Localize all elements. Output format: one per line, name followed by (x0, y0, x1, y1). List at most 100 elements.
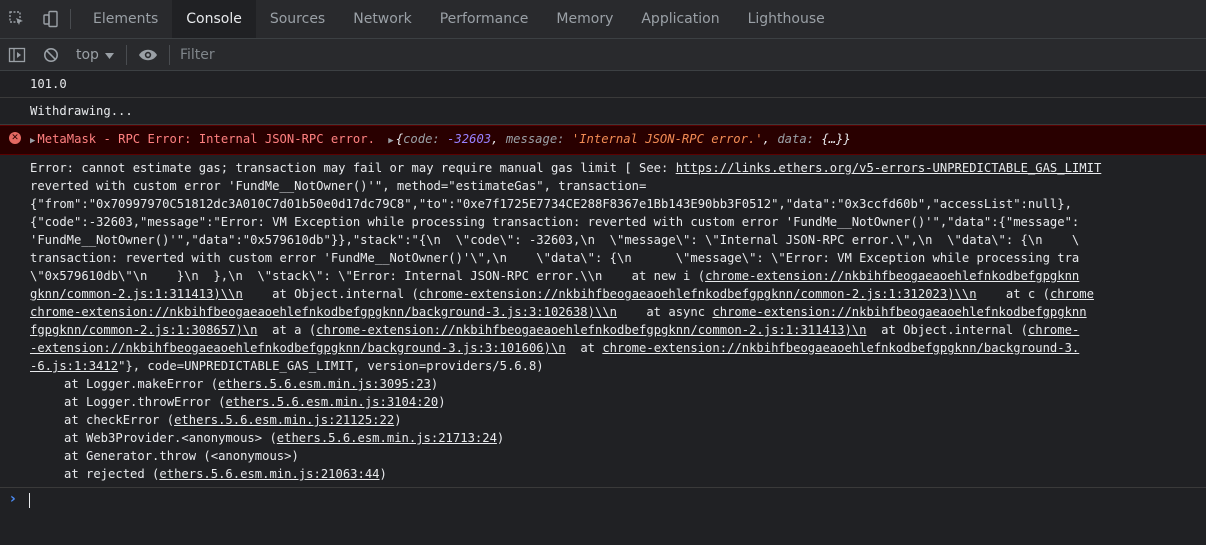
error-text: at async (617, 305, 713, 319)
source-link[interactable]: -extension://nkbihfbeogaeaoehlefnkodbefg… (30, 341, 566, 355)
expand-object-triangle-icon[interactable]: ▶ (388, 136, 393, 146)
error-text: at c ( (976, 287, 1050, 301)
stack-source-link[interactable]: ethers.5.6.esm.min.js:3104:20 (225, 395, 438, 409)
error-line-8: gknn/common-2.js:1:311413)\\n at Object.… (30, 285, 1206, 303)
error-line-11: -extension://nkbihfbeogaeaoehlefnkodbefg… (30, 339, 1206, 357)
error-line-9: chrome-extension://nkbihfbeogaeaoehlefnk… (30, 303, 1206, 321)
obj-comma: , (762, 132, 778, 146)
tab-memory[interactable]: Memory (542, 0, 627, 38)
source-link[interactable]: chrome-extension://nkbihfbeogaeaoehlefnk… (30, 305, 617, 319)
error-text: at (565, 341, 603, 355)
obj-key-code: code: (403, 132, 448, 146)
stack-frame: at Generator.throw (<anonymous>) (30, 447, 1206, 465)
tab-application[interactable]: Application (627, 0, 733, 38)
stack-text: ) (438, 395, 446, 409)
error-line-2: reverted with custom error 'FundMe__NotO… (30, 179, 647, 193)
source-link[interactable]: chrome (1050, 287, 1094, 301)
stack-text: at Logger.throwError ( (64, 395, 226, 409)
docs-link[interactable]: https://links.ethers.org/v5-errors-UNPRE… (676, 161, 1102, 175)
stack-frame: at Web3Provider.<anonymous> (ethers.5.6.… (30, 429, 1206, 447)
error-text: Error: cannot estimate gas; transaction … (30, 161, 676, 175)
tab-network[interactable]: Network (339, 0, 425, 38)
error-details: Error: cannot estimate gas; transaction … (0, 155, 1206, 488)
tabbar-divider (70, 9, 71, 29)
obj-key-message: message: (505, 132, 572, 146)
error-text: at Object.internal ( (242, 287, 419, 301)
obj-key-data: data: (777, 132, 822, 146)
tab-sources[interactable]: Sources (256, 0, 339, 38)
obj-value-code: -32603 (447, 132, 492, 146)
filter-input[interactable]: Filter (180, 47, 215, 63)
stack-frame: at Logger.throwError (ethers.5.6.esm.min… (30, 393, 1206, 411)
tab-elements[interactable]: Elements (79, 0, 172, 38)
source-link[interactable]: chrome-extension://nkbihfbeogaeaoehlefnk… (602, 341, 1079, 355)
stack-text: ) (394, 413, 402, 427)
stack-text: at Generator.throw (<anonymous>) (64, 449, 299, 463)
error-text: at Object.internal ( (866, 323, 1028, 337)
stack-text: ) (496, 431, 505, 445)
error-summary: MetaMask - RPC Error: Internal JSON-RPC … (37, 132, 375, 146)
stack-frame: at checkError (ethers.5.6.esm.min.js:211… (30, 411, 1206, 429)
context-selector[interactable]: top (68, 47, 122, 63)
inspect-element-icon[interactable] (0, 0, 34, 38)
error-text: \"0x579610db\"\n }\n },\n \"stack\": \"E… (30, 269, 706, 283)
prompt-chevron-icon: › (10, 491, 16, 507)
sidebar-toggle-icon[interactable] (0, 39, 34, 70)
source-link[interactable]: chrome-extension://nkbihfbeogaeaoehlefnk… (419, 287, 977, 301)
error-x-icon: ✕ (9, 132, 21, 144)
context-label: top (76, 46, 99, 63)
toolbar-divider (125, 44, 127, 65)
stack-source-link[interactable]: ethers.5.6.esm.min.js:3095:23 (218, 377, 431, 391)
stack-text: at checkError ( (64, 413, 175, 427)
stack-text: ) (430, 377, 439, 391)
tab-console[interactable]: Console (172, 0, 256, 38)
text-caret (29, 493, 30, 508)
obj-comma: , (491, 132, 506, 146)
obj-value-message: 'Internal JSON-RPC error.' (571, 132, 763, 146)
obj-value-data: {…} (821, 132, 844, 146)
source-link[interactable]: -6.js:1:3412 (30, 359, 118, 373)
error-line-4: {"code":-32603,"message":"Error: VM Exce… (30, 215, 1080, 229)
source-link[interactable]: gknn/common-2.js:1:311413)\\n (30, 287, 243, 301)
chevron-down-icon (104, 47, 114, 63)
error-line-7: \"0x579610db\"\n }\n },\n \"stack\": \"E… (30, 267, 1206, 285)
source-link[interactable]: chrome-extension://nkbihfbeogaeaoehlefnk… (705, 269, 1079, 283)
stack-frame: at Logger.makeError (ethers.5.6.esm.min.… (30, 375, 1206, 393)
error-line-12: -6.js:1:3412"}, code=UNPREDICTABLE_GAS_L… (30, 357, 1206, 375)
tab-performance[interactable]: Performance (426, 0, 543, 38)
toolbar-divider (168, 44, 170, 65)
stack-text: ) (379, 467, 387, 481)
source-link[interactable]: fgpgknn/common-2.js:1:308657)\n (30, 323, 257, 337)
error-object-preview[interactable]: {code: -32603, message: 'Internal JSON-R… (396, 132, 851, 146)
live-expression-eye-icon[interactable] (131, 39, 165, 70)
stack-text: at Web3Provider.<anonymous> ( (64, 431, 277, 445)
error-message-row[interactable]: ✕ ▶ MetaMask - RPC Error: Internal JSON-R… (0, 125, 1206, 155)
devtools-tabbar: Elements Console Sources Network Perform… (0, 0, 1206, 39)
obj-close-brace: } (843, 132, 851, 146)
expand-triangle-icon[interactable]: ▶ (30, 136, 35, 146)
obj-open-brace: { (395, 132, 404, 146)
error-line-10: fgpgknn/common-2.js:1:308657)\n at a (ch… (30, 321, 1206, 339)
error-line-3: {"from":"0x70997970C51812dc3A010C7d01b50… (30, 197, 1072, 211)
stack-text: at rejected ( (64, 467, 160, 481)
clear-console-icon[interactable] (34, 39, 68, 70)
stack-source-link[interactable]: ethers.5.6.esm.min.js:21713:24 (277, 431, 497, 445)
stack-source-link[interactable]: ethers.5.6.esm.min.js:21063:44 (159, 467, 379, 481)
console-messages: 101.0 Withdrawing... ✕ ▶ MetaMask - RPC E… (0, 71, 1206, 510)
console-prompt[interactable]: › (0, 488, 1206, 510)
stack-source-link[interactable]: ethers.5.6.esm.min.js:21125:22 (174, 413, 394, 427)
device-toolbar-icon[interactable] (34, 0, 68, 38)
source-link[interactable]: chrome- (1028, 323, 1079, 337)
source-link[interactable]: chrome-extension://nkbihfbeogaeaoehlefnk… (316, 323, 866, 337)
error-text: "}, code=UNPREDICTABLE_GAS_LIMIT, versio… (118, 359, 544, 373)
error-line-5: 'FundMe__NotOwner()'","data":"0x579610db… (30, 233, 1080, 247)
console-toolbar: top Filter (0, 39, 1206, 71)
stack-frame: at rejected (ethers.5.6.esm.min.js:21063… (30, 465, 1206, 483)
tab-lighthouse[interactable]: Lighthouse (734, 0, 839, 38)
log-message-101: 101.0 (0, 71, 1206, 98)
source-link[interactable]: chrome-extension://nkbihfbeogaeaoehlefnk… (712, 305, 1086, 319)
error-text: at a ( (257, 323, 317, 337)
error-line-6: transaction: reverted with custom error … (30, 251, 1080, 265)
log-message-withdrawing: Withdrawing... (0, 98, 1206, 125)
error-line-1: Error: cannot estimate gas; transaction … (30, 159, 1206, 177)
